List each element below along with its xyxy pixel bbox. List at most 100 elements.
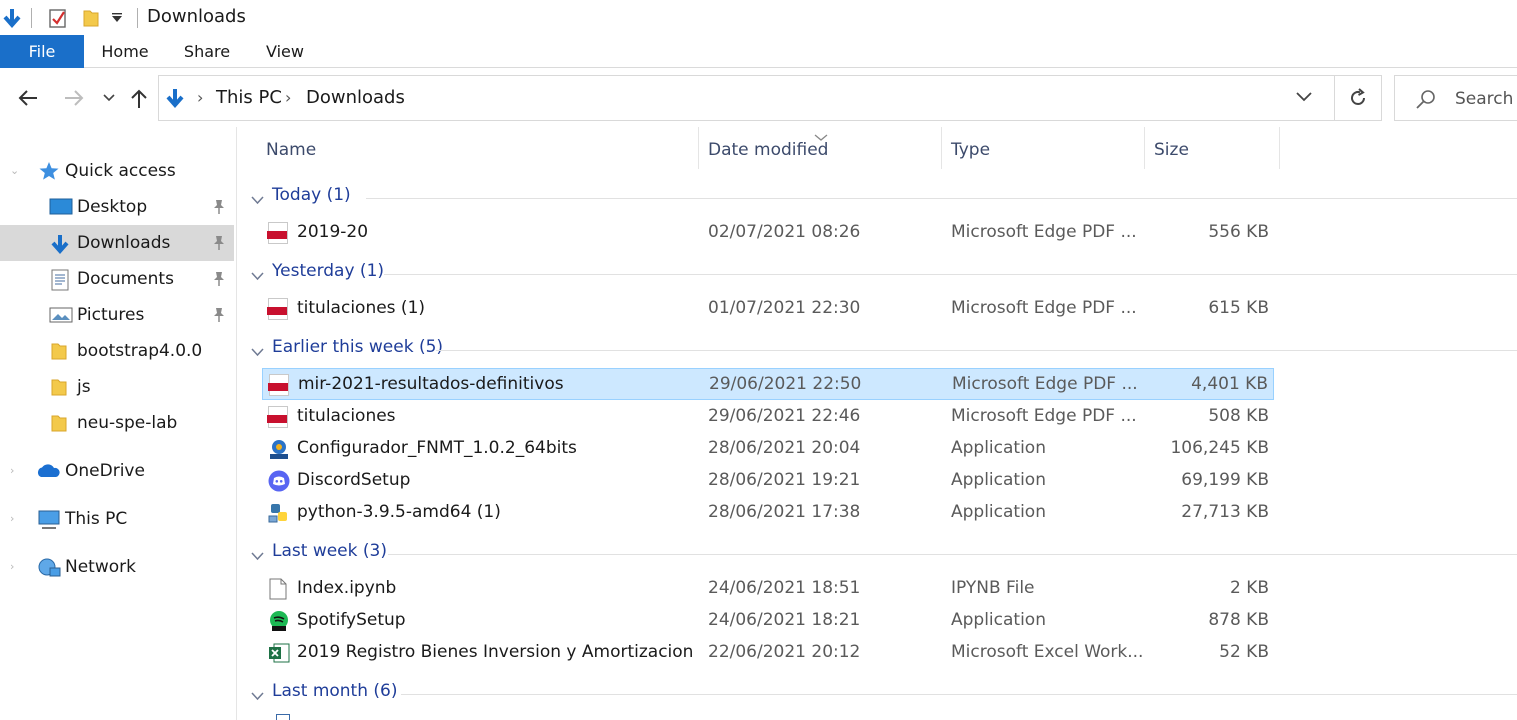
partial-file-icon (276, 714, 290, 720)
file-type: Application (951, 610, 1046, 630)
file-name: Index.ipynb (297, 578, 397, 598)
pdf-icon (267, 406, 290, 428)
file-type: Microsoft Edge PDF ... (951, 406, 1137, 426)
nav-onedrive[interactable]: › OneDrive (0, 453, 234, 489)
pin-icon[interactable] (212, 307, 226, 328)
file-row[interactable]: python-3.9.5-amd64 (1) 28/06/2021 17:38 … (262, 497, 1274, 529)
file-row[interactable]: titulaciones 29/06/2021 22:46 Microsoft … (262, 401, 1274, 433)
column-header-type[interactable]: Type (951, 127, 990, 169)
expand-chevron-icon[interactable]: ⌄ (10, 164, 19, 177)
blank-file-icon (268, 578, 290, 600)
collapse-chevron-icon[interactable] (251, 342, 264, 362)
expand-chevron-icon[interactable]: › (10, 464, 14, 477)
search-placeholder: Search D (1455, 89, 1517, 109)
nav-item-desktop[interactable]: Desktop (0, 189, 234, 225)
nav-item-neu-spe-lab[interactable]: neu-spe-lab (0, 405, 234, 441)
up-button[interactable] (124, 83, 154, 113)
file-row[interactable]: SpotifySetup 24/06/2021 18:21 Applicatio… (262, 605, 1274, 637)
file-size: 69,199 KB (1181, 470, 1269, 490)
download-arrow-icon[interactable] (2, 6, 22, 30)
file-type: Microsoft Excel Work... (951, 642, 1144, 662)
column-divider[interactable] (698, 127, 699, 169)
pin-icon[interactable] (212, 235, 226, 256)
group-header-last-week[interactable]: Last week (3) (238, 538, 1517, 566)
column-header-name[interactable]: Name (266, 127, 316, 169)
nav-item-js[interactable]: js (0, 369, 234, 405)
pin-icon[interactable] (212, 271, 226, 292)
customize-toolbar-chevron-icon[interactable] (111, 6, 123, 30)
nav-item-pictures[interactable]: Pictures (0, 297, 234, 333)
nav-this-pc[interactable]: › This PC (0, 501, 234, 537)
group-label: Today (1) (272, 185, 351, 205)
file-row[interactable]: DiscordSetup 28/06/2021 19:21 Applicatio… (262, 465, 1274, 497)
nav-item-downloads[interactable]: Downloads (0, 225, 234, 261)
breadcrumb-downloads[interactable]: Downloads (306, 87, 405, 108)
file-size: 2 KB (1229, 578, 1269, 598)
forward-arrow-icon (65, 90, 84, 106)
cloud-icon (35, 461, 60, 481)
address-bar[interactable]: › This PC › Downloads (158, 75, 1335, 121)
file-row[interactable]: mir-2021-resultados-definitivos 29/06/20… (262, 368, 1274, 400)
nav-item-bootstrap[interactable]: bootstrap4.0.0 (0, 333, 234, 369)
column-header-size[interactable]: Size (1154, 127, 1189, 169)
desktop-icon (49, 197, 73, 217)
nav-label: OneDrive (65, 461, 145, 481)
recent-locations-button[interactable] (94, 83, 124, 113)
collapse-chevron-icon[interactable] (251, 546, 264, 566)
file-date: 28/06/2021 20:04 (708, 438, 861, 458)
group-header-earlier-this-week[interactable]: Earlier this week (5) (238, 334, 1517, 362)
file-date: 24/06/2021 18:21 (708, 610, 861, 630)
address-history-dropdown[interactable] (1296, 87, 1312, 107)
up-arrow-icon (131, 89, 147, 108)
file-size: 52 KB (1219, 642, 1269, 662)
group-divider (388, 554, 1517, 555)
file-name: titulaciones (1) (297, 298, 426, 318)
column-divider[interactable] (941, 127, 942, 169)
tab-file[interactable]: File (0, 35, 84, 68)
column-divider[interactable] (1144, 127, 1145, 169)
tab-view[interactable]: View (262, 35, 308, 68)
file-size: 27,713 KB (1181, 502, 1269, 522)
properties-checkmark-icon[interactable] (47, 6, 69, 30)
python-installer-icon (268, 502, 290, 524)
nav-network[interactable]: › Network (0, 549, 234, 585)
file-type: Microsoft Edge PDF ... (952, 374, 1138, 394)
spotify-icon (268, 610, 290, 632)
group-header-last-month[interactable]: Last month (6) (238, 678, 1517, 706)
collapse-chevron-icon[interactable] (251, 190, 264, 210)
tab-share[interactable]: Share (180, 35, 234, 68)
column-header-date-modified[interactable]: Date modified (708, 127, 828, 169)
column-divider[interactable] (1279, 127, 1280, 169)
file-type: Application (951, 502, 1046, 522)
expand-chevron-icon[interactable]: › (10, 560, 14, 573)
breadcrumb-this-pc[interactable]: This PC (216, 87, 282, 108)
breadcrumb-chevron-icon[interactable]: › (197, 88, 203, 107)
breadcrumb-chevron-icon[interactable]: › (285, 88, 291, 107)
refresh-button[interactable] (1335, 75, 1382, 121)
group-header-today[interactable]: Today (1) (238, 182, 1517, 210)
search-icon (1415, 89, 1437, 114)
file-row[interactable]: 2019-20 02/07/2021 08:26 Microsoft Edge … (262, 217, 1274, 249)
folder-icon (50, 341, 72, 361)
nav-item-documents[interactable]: Documents (0, 261, 234, 297)
file-size: 615 KB (1208, 298, 1269, 318)
file-row[interactable]: Configurador_FNMT_1.0.2_64bits 28/06/202… (262, 433, 1274, 465)
group-header-yesterday[interactable]: Yesterday (1) (238, 258, 1517, 286)
file-row[interactable]: 2019 Registro Bienes Inversion y Amortiz… (262, 637, 1274, 669)
excel-icon (268, 642, 290, 664)
pin-icon[interactable] (212, 199, 226, 220)
collapse-chevron-icon[interactable] (251, 686, 264, 706)
search-box[interactable]: Search D (1394, 75, 1517, 121)
collapse-chevron-icon[interactable] (251, 266, 264, 286)
file-row[interactable]: Index.ipynb 24/06/2021 18:51 IPYNB File … (262, 573, 1274, 605)
computer-icon (37, 509, 60, 529)
nav-quick-access[interactable]: ⌄ Quick access (0, 153, 234, 189)
tab-home[interactable]: Home (96, 35, 154, 68)
nav-label: neu-spe-lab (77, 413, 178, 433)
expand-chevron-icon[interactable]: › (10, 512, 14, 525)
file-row[interactable]: titulaciones (1) 01/07/2021 22:30 Micros… (262, 293, 1274, 325)
back-button[interactable] (13, 83, 43, 113)
pictures-icon (49, 305, 73, 325)
forward-button[interactable] (59, 83, 89, 113)
new-folder-icon[interactable] (82, 6, 100, 30)
